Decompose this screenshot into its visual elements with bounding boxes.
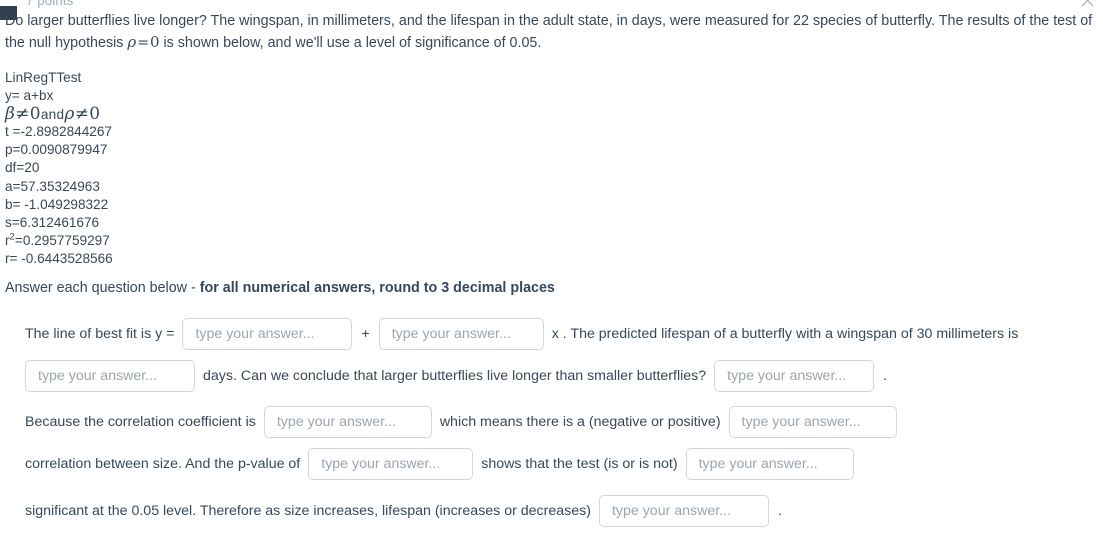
row5-label-before: significant at the 0.05 level. Therefore… — [25, 503, 591, 519]
prompt-equals-symbol: = — [137, 35, 149, 51]
row1-plus-sign: + — [361, 326, 370, 342]
calc-neq-symbol-2: ≠ — [74, 104, 90, 125]
answer-input-predicted-lifespan[interactable] — [25, 360, 195, 392]
calc-p-value: p=0.0090879947 — [5, 142, 108, 158]
answer-row-4: correlation between size. And the p-valu… — [25, 448, 862, 480]
row5-period: . — [777, 503, 782, 519]
row4-label-mid: shows that the test (is or is not) — [481, 456, 678, 472]
points-label: 7 points — [26, 0, 74, 8]
calc-s-value: s=6.312461676 — [5, 214, 100, 230]
prompt-text-part2: is shown below, and we'll use a level of… — [159, 35, 542, 51]
answer-row-3: Because the correlation coefficient is w… — [25, 406, 905, 438]
calc-zero-2: 0 — [89, 104, 101, 125]
calc-model: y= a+bx — [5, 88, 54, 104]
question-prompt: Do larger butterflies live longer? The w… — [5, 11, 1095, 54]
calc-r-value: r= -0.6443528566 — [5, 250, 113, 266]
answer-input-trend-direction[interactable] — [598, 495, 769, 527]
calc-zero-1: 0 — [29, 104, 41, 125]
answer-input-conclusion[interactable] — [714, 360, 875, 392]
answer-row-5: significant at the 0.05 level. Therefore… — [25, 495, 782, 527]
answer-row-2: days. Can we conclude that larger butter… — [25, 360, 887, 392]
answer-input-significance[interactable] — [685, 448, 854, 480]
row3-label-before: Because the correlation coefficient is — [25, 414, 256, 430]
row1-label-after: x . The predicted lifespan of a butterfl… — [551, 326, 1019, 342]
answer-input-slope[interactable] — [378, 318, 544, 350]
row2-label-mid: days. Can we conclude that larger butter… — [203, 368, 707, 384]
calc-r-squared-number: =0.2957759297 — [14, 232, 110, 248]
answer-input-p-value[interactable] — [308, 448, 474, 480]
close-icon[interactable] — [1081, 0, 1094, 7]
row1-label-before: The line of best fit is y = — [25, 326, 175, 342]
calc-beta-symbol: β — [5, 104, 16, 125]
calc-r-squared-value: r2=0.2957759297 — [5, 232, 113, 250]
calc-rho-symbol: ρ — [64, 104, 75, 125]
answer-row-1: The line of best fit is y = + x . The pr… — [25, 318, 1018, 350]
answer-input-correlation-direction[interactable] — [728, 406, 897, 438]
prompt-rho-symbol: ρ — [127, 33, 137, 51]
row3-label-mid: which means there is a (negative or posi… — [439, 414, 721, 430]
calc-neq-symbol-1: ≠ — [15, 104, 30, 125]
calc-title: LinRegTTest — [5, 70, 82, 85]
calc-and-word: and — [40, 107, 65, 123]
answer-instructions-normal: Answer each question below - — [5, 280, 200, 296]
calc-b-value: b= -1.049298322 — [5, 196, 109, 212]
calc-df-value: df=20 — [5, 160, 40, 176]
top-strip: 7 points — [0, 0, 1103, 9]
prompt-zero-value: 0 — [149, 33, 160, 51]
row2-period: . — [883, 368, 888, 384]
calc-hypothesis: β≠0andρ≠0 — [5, 105, 113, 123]
row4-label-before: correlation between size. And the p-valu… — [25, 456, 301, 472]
linregttest-output: LinRegTTest y= a+bx β≠0andρ≠0 t =-2.8982… — [5, 69, 113, 268]
answer-input-intercept[interactable] — [182, 318, 353, 350]
calc-a-value: a=57.35324963 — [5, 178, 100, 194]
answer-input-correlation-coefficient[interactable] — [263, 406, 432, 438]
calc-t-value: t =-2.8982844267 — [5, 124, 112, 140]
answer-instructions-bold: for all numerical answers, round to 3 de… — [199, 280, 555, 296]
answer-instructions: Answer each question below - for all num… — [5, 280, 555, 296]
